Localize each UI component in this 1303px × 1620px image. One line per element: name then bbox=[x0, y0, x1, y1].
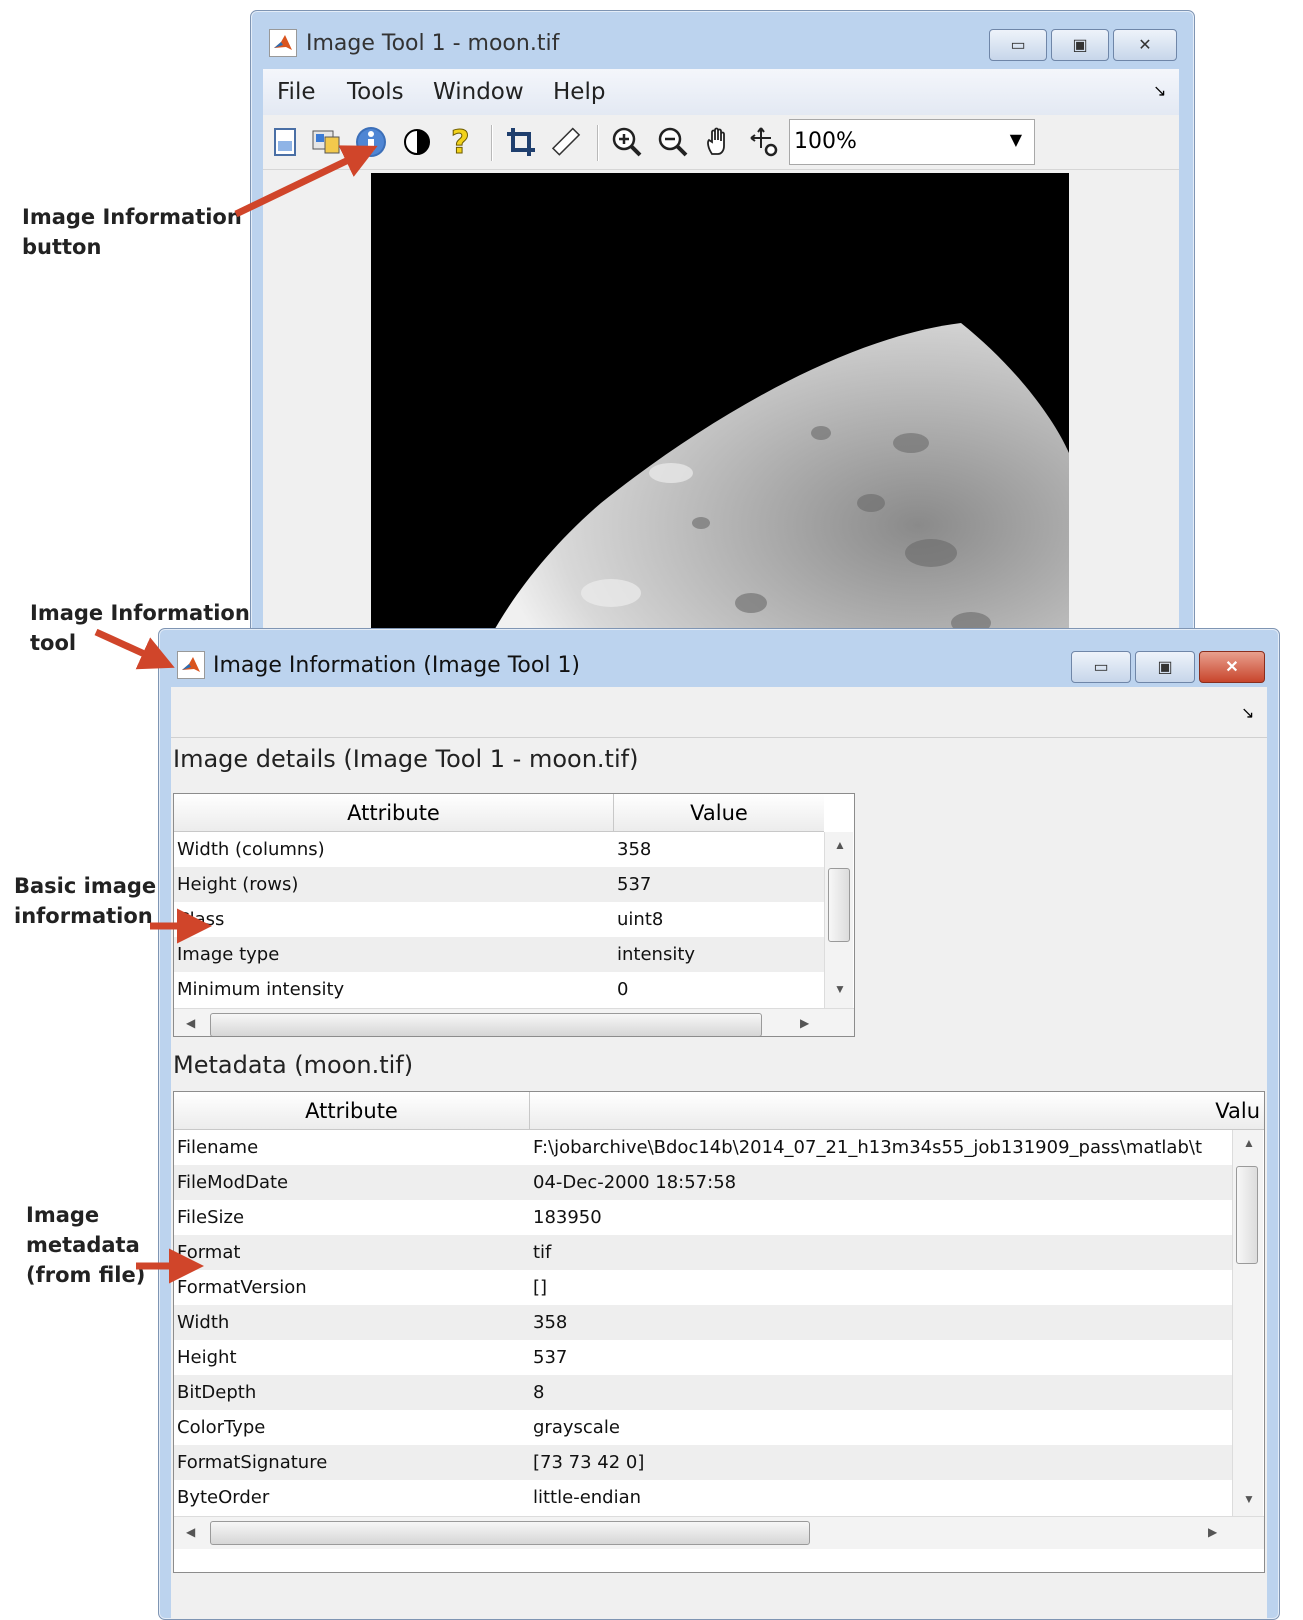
callout-arrows bbox=[94, 145, 378, 1284]
arrow-to-info-tool bbox=[94, 628, 175, 670]
arrow-to-info-button bbox=[234, 145, 378, 218]
